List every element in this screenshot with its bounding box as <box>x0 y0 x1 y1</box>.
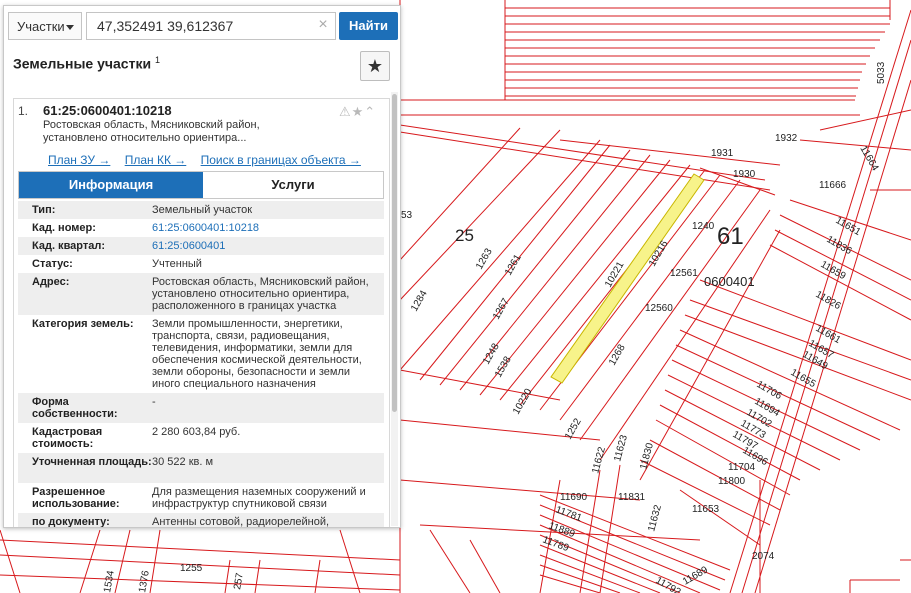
tab-info[interactable]: Информация <box>19 172 203 198</box>
parcel-label-11632: 11632 <box>646 503 664 532</box>
property-value: Земельный участок <box>152 204 253 216</box>
property-value: - <box>152 396 156 408</box>
plan-zu-link[interactable]: План ЗУ → <box>48 153 110 167</box>
property-value-link[interactable]: 61:25:0600401:10218 <box>152 222 377 234</box>
parcel-label-1538: 1538 <box>493 354 514 379</box>
property-row: Кад. квартал: 61:25:0600401 <box>18 237 384 255</box>
parcel-label-2074: 2074 <box>752 551 775 562</box>
parcel-label-11690: 11690 <box>560 492 588 503</box>
property-row: Кадастровая стоимость: 2 280 603,84 руб. <box>18 423 384 453</box>
parcel-label-53: 53 <box>401 210 413 221</box>
panel-title: Земельные участки 1 <box>13 55 160 72</box>
parcel-label-1534: 1534 <box>102 569 117 593</box>
region-label: 61 <box>717 223 744 250</box>
info-panel: Участки × Найти Земельные участки 1 ★ 1.… <box>3 5 401 528</box>
result-cadastral-id[interactable]: 61:25:0600401:10218 <box>43 103 172 118</box>
result-number: 1. <box>18 104 29 118</box>
quarter-label: 0600401 <box>704 274 755 289</box>
property-label: Разрешенное использование: <box>32 486 120 510</box>
property-value: Учтенный <box>152 258 202 270</box>
parcel-label-11653: 11653 <box>692 504 720 515</box>
parcel-label-257: 257 <box>232 572 246 591</box>
panel-title-count: 1 <box>154 55 160 65</box>
property-label: Адрес: <box>32 276 70 288</box>
property-label: Статус: <box>32 258 73 270</box>
property-value: 2 280 603,84 руб. <box>152 426 241 438</box>
property-label: по документу: <box>32 516 110 528</box>
property-row: Тип: Земельный участок <box>18 201 384 219</box>
search-type-select[interactable]: Участки <box>8 12 82 40</box>
clear-icon[interactable]: × <box>314 16 332 34</box>
parcel-label-12561: 12561 <box>670 268 698 279</box>
result-address: Ростовская область, Мясниковский район, … <box>43 119 260 144</box>
parcel-label-1240: 1240 <box>692 221 715 232</box>
parcel-label-1268: 1268 <box>607 342 628 367</box>
property-row: Уточненная площадь: 30 522 кв. м <box>18 453 384 483</box>
property-label: Тип: <box>32 204 56 216</box>
chevron-down-icon <box>66 25 74 30</box>
property-label: Уточненная площадь: <box>32 456 152 468</box>
parcel-label-11651: 11651 <box>834 215 863 238</box>
property-label: Кад. номер: <box>32 222 96 234</box>
parcel-label-11836: 11836 <box>825 234 854 257</box>
property-value: Ростовская область, Мясниковский район, … <box>152 276 369 312</box>
property-value: 30 522 кв. м <box>152 456 214 468</box>
parcel-label-11831: 11831 <box>618 492 646 503</box>
parcel-label-11800: 11800 <box>718 476 746 487</box>
property-row: Статус: Учтенный <box>18 255 384 273</box>
property-row: по документу: Антенны сотовой, радиореле… <box>18 513 384 528</box>
property-row: Категория земель: Земли промышленности, … <box>18 315 384 393</box>
parcel-label-1376: 1376 <box>137 569 152 593</box>
property-value: Земли промышленности, энергетики, трансп… <box>152 318 362 390</box>
parcel-label-1284: 1284 <box>409 288 430 313</box>
property-value-link[interactable]: 61:25:0600401 <box>152 240 377 252</box>
property-row: Адрес: Ростовская область, Мясниковский … <box>18 273 384 315</box>
parcel-label-11655: 11655 <box>789 367 818 390</box>
plan-kk-link[interactable]: План КК → <box>125 153 187 167</box>
parcel-label-1931: 1931 <box>711 148 734 159</box>
parcel-label-11781: 11781 <box>554 504 584 524</box>
search-bar: Участки × Найти <box>8 12 398 42</box>
property-row: Кад. номер: 61:25:0600401:10218 <box>18 219 384 237</box>
properties-table: Тип: Земельный участок Кад. номер: 61:25… <box>18 201 384 528</box>
result-links: План ЗУ → План КК → Поиск в границах объ… <box>48 153 372 167</box>
parcel-label-1263: 1263 <box>474 246 495 271</box>
parcel-label-12560: 12560 <box>645 303 673 314</box>
property-label: Форма собственности: <box>32 396 118 420</box>
district-label: 25 <box>455 226 474 245</box>
favorite-button[interactable]: ★ <box>360 51 390 81</box>
parcel-label-1930: 1930 <box>733 169 756 180</box>
property-value: Для размещения наземных сооружений и инф… <box>152 486 366 510</box>
result-tabs: Информация Услуги <box>18 171 384 199</box>
property-value: Антенны сотовой, радиорелейной, <box>152 516 330 528</box>
search-type-label: Участки <box>17 19 65 34</box>
parcel-label-11622: 11622 <box>590 445 608 474</box>
property-label: Кадастровая стоимость: <box>32 426 103 450</box>
parcel-label-11666: 11666 <box>819 180 847 191</box>
parcel-label-1261: 1261 <box>503 252 524 277</box>
search-within-link[interactable]: Поиск в границах объекта → <box>201 153 361 167</box>
tab-services[interactable]: Услуги <box>203 172 383 198</box>
property-row: Разрешенное использование: Для размещени… <box>18 483 384 513</box>
parcel-label-11704: 11704 <box>728 462 756 473</box>
parcel-label-1255: 1255 <box>180 563 203 574</box>
scrollbar-thumb[interactable] <box>392 94 397 412</box>
search-input[interactable] <box>86 12 336 40</box>
property-label: Категория земель: <box>32 318 134 330</box>
property-row: Форма собственности: - <box>18 393 384 423</box>
parcel-label-11664: 11664 <box>857 144 880 173</box>
star-icon: ★ <box>366 56 384 76</box>
property-label: Кад. квартал: <box>32 240 106 252</box>
result-action-icons[interactable]: ⚠★⌃ <box>339 104 376 120</box>
parcel-label-1932: 1932 <box>775 133 798 144</box>
panel-title-text: Земельные участки <box>13 55 152 72</box>
find-button[interactable]: Найти <box>339 12 398 40</box>
parcel-label-5033: 5033 <box>876 61 887 84</box>
